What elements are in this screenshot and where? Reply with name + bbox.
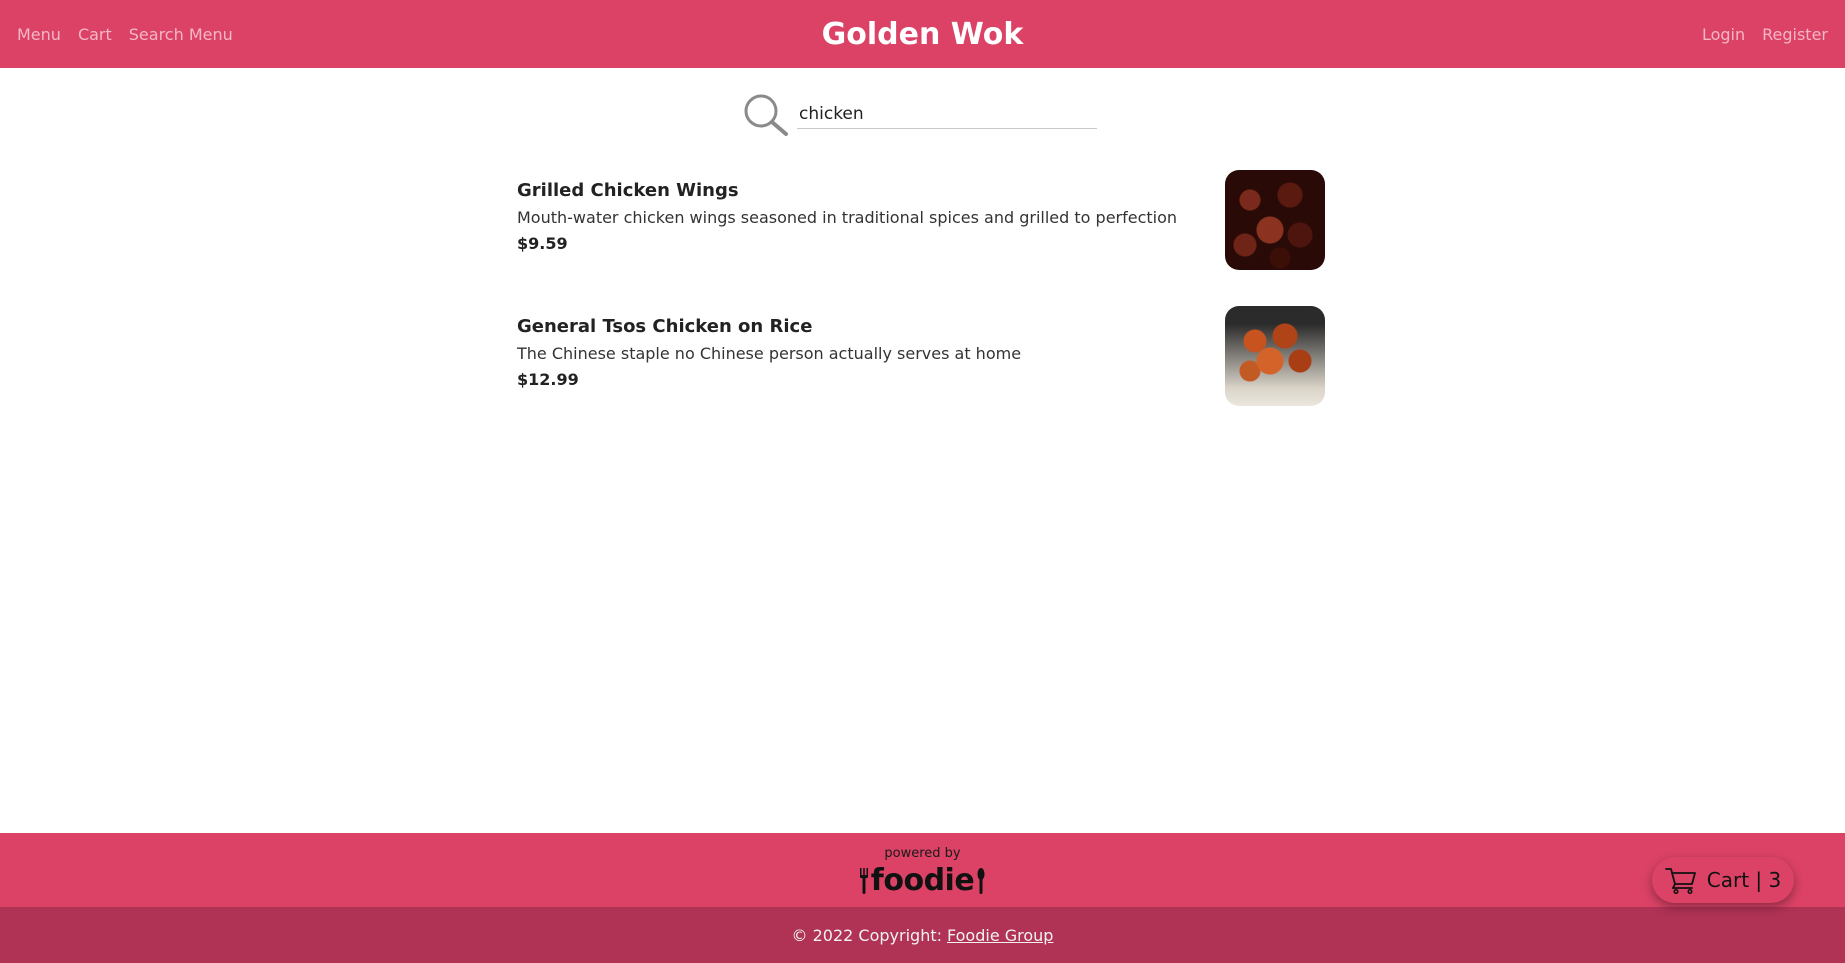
floating-cart-label: Cart | 3 bbox=[1706, 868, 1782, 892]
brand-title[interactable]: Golden Wok bbox=[822, 17, 1024, 52]
page: Golden Wok Menu Cart Search Menu Login R… bbox=[0, 0, 1845, 963]
nav-login-link[interactable]: Login bbox=[1702, 25, 1745, 44]
nav-register-link[interactable]: Register bbox=[1762, 25, 1828, 44]
menu-item-description: The Chinese staple no Chinese person act… bbox=[517, 344, 1022, 363]
menu-item[interactable]: General Tsos Chicken on Rice The Chinese… bbox=[517, 306, 1327, 406]
menu-item-image[interactable] bbox=[1225, 306, 1325, 406]
powered-by-label: powered by bbox=[884, 846, 961, 861]
menu-item-description: Mouth-water chicken wings seasoned in tr… bbox=[517, 208, 1178, 227]
menu-item-name: General Tsos Chicken on Rice bbox=[517, 316, 813, 337]
footer-copyright: © 2022 Copyright: Foodie Group bbox=[0, 907, 1845, 963]
nav-search-menu-link[interactable]: Search Menu bbox=[129, 25, 233, 44]
menu-item-price: $9.59 bbox=[517, 234, 568, 253]
top-navbar: Golden Wok Menu Cart Search Menu Login R… bbox=[0, 0, 1845, 68]
spoon-icon bbox=[977, 867, 985, 894]
nav-cart-link[interactable]: Cart bbox=[78, 25, 112, 44]
foodie-logo: foodie bbox=[0, 863, 1845, 898]
search-icon bbox=[744, 94, 788, 136]
footer-branding: powered by foodie bbox=[0, 833, 1845, 907]
cart-icon bbox=[1664, 868, 1696, 894]
menu-item[interactable]: Grilled Chicken Wings Mouth-water chicke… bbox=[517, 170, 1327, 270]
nav-left: Menu Cart Search Menu bbox=[17, 0, 233, 68]
foodie-logo-text: foodie bbox=[870, 863, 975, 898]
copyright-text: © 2022 Copyright: bbox=[791, 925, 942, 945]
fork-icon bbox=[859, 867, 868, 894]
foodie-group-link[interactable]: Foodie Group bbox=[947, 926, 1053, 945]
nav-right: Login Register bbox=[1702, 0, 1828, 68]
menu-item-image[interactable] bbox=[1225, 170, 1325, 270]
search-results-list: Grilled Chicken Wings Mouth-water chicke… bbox=[517, 170, 1327, 442]
nav-menu-link[interactable]: Menu bbox=[17, 25, 61, 44]
menu-item-name: Grilled Chicken Wings bbox=[517, 180, 739, 201]
search-bar bbox=[742, 92, 1098, 140]
search-input[interactable] bbox=[797, 99, 1097, 129]
floating-cart-button[interactable]: Cart | 3 bbox=[1652, 857, 1794, 903]
brand-title-container: Golden Wok bbox=[0, 0, 1845, 68]
menu-item-price: $12.99 bbox=[517, 370, 579, 389]
